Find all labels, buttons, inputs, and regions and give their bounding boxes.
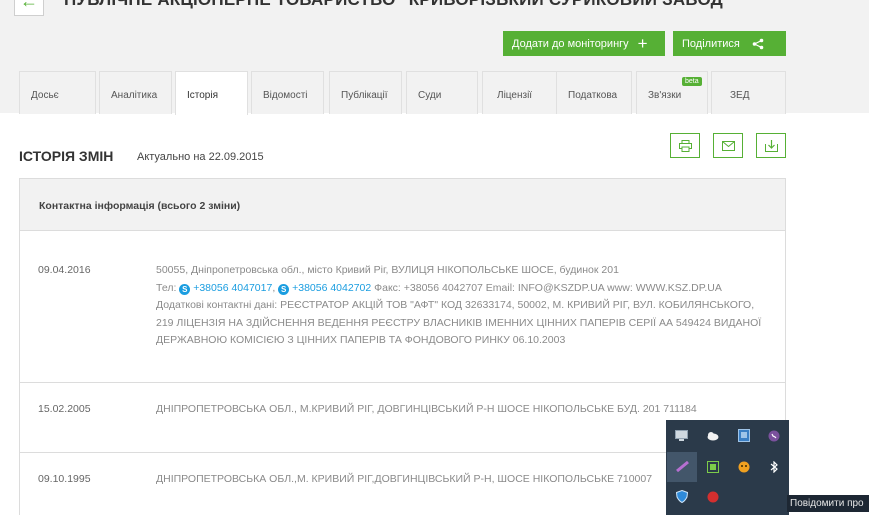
company-title: ПУБЛІЧНЕ АКЦІОНЕРНЕ ТОВАРИСТВО "КРИВОРІЗ…	[64, 0, 731, 10]
email-button[interactable]	[713, 133, 743, 158]
record-icon[interactable]	[706, 490, 719, 503]
pen-icon[interactable]	[676, 460, 689, 473]
download-icon	[764, 139, 778, 152]
updated-date: Актуально на 22.09.2015	[137, 151, 264, 163]
row-date: 09.10.1995	[38, 473, 91, 485]
tab-analytics[interactable]: Аналітика	[99, 71, 172, 114]
share-icon	[752, 38, 764, 49]
tab-courts[interactable]: Суди	[406, 71, 478, 114]
table-header: Контактна інформація (всього 2 зміни)	[20, 179, 785, 231]
arrow-left-icon: ←	[20, 0, 38, 11]
row-text: ДНІПРОПЕТРОВСЬКА ОБЛ., М.КРИВИЙ РІГ, ДОВ…	[156, 403, 697, 415]
plus-icon: +	[637, 34, 648, 53]
tab-history[interactable]: Історія	[175, 71, 248, 115]
network-icon[interactable]	[737, 429, 750, 442]
row-text: 50055, Дніпропетровська обл., місто Крив…	[156, 264, 762, 346]
bluetooth-icon[interactable]	[767, 460, 780, 473]
mail-icon	[721, 140, 735, 151]
row-date: 09.04.2016	[38, 264, 91, 276]
page-title: ІСТОРІЯ ЗМІН	[19, 148, 114, 164]
monitor-icon[interactable]	[675, 429, 688, 442]
skype-icon: S	[179, 283, 191, 295]
print-icon	[678, 139, 692, 152]
add-to-monitoring-button[interactable]: Додати до моніторингу +	[503, 31, 665, 56]
back-button[interactable]: ←	[14, 0, 44, 16]
skype-icon: S	[278, 283, 290, 295]
cloud-icon[interactable]	[706, 429, 719, 442]
table-row: 09.04.2016 50055, Дніпропетровська обл.,…	[20, 232, 785, 383]
shield-icon[interactable]	[675, 490, 688, 503]
tab-tax[interactable]: Податкова	[556, 71, 632, 114]
tab-zed[interactable]: ЗЕД	[711, 71, 786, 114]
tab-dosie[interactable]: Досьє	[19, 71, 96, 114]
phone-link[interactable]: +38056 4042702	[292, 282, 371, 294]
keyboard-icon[interactable]	[706, 460, 719, 473]
tab-info[interactable]: Відомості	[251, 71, 324, 114]
download-button[interactable]	[756, 133, 786, 158]
tab-publications[interactable]: Публікації	[329, 71, 402, 114]
tab-licenses[interactable]: Ліцензії	[482, 71, 557, 114]
viber-icon[interactable]	[767, 429, 780, 442]
tab-connections[interactable]: beta Зв'язки	[636, 71, 708, 114]
beta-badge: beta	[682, 77, 702, 86]
row-date: 15.02.2005	[38, 403, 91, 415]
phone-link[interactable]: +38056 4047017	[193, 282, 272, 294]
print-button[interactable]	[670, 133, 700, 158]
row-text: ДНІПРОПЕТРОВСЬКА ОБЛ.,М. КРИВИЙ РІГ,ДОВГ…	[156, 473, 653, 485]
tray-tooltip: Повідомити про	[787, 495, 869, 512]
share-button[interactable]: Поділитися	[673, 31, 786, 56]
smiley-icon[interactable]	[737, 460, 750, 473]
